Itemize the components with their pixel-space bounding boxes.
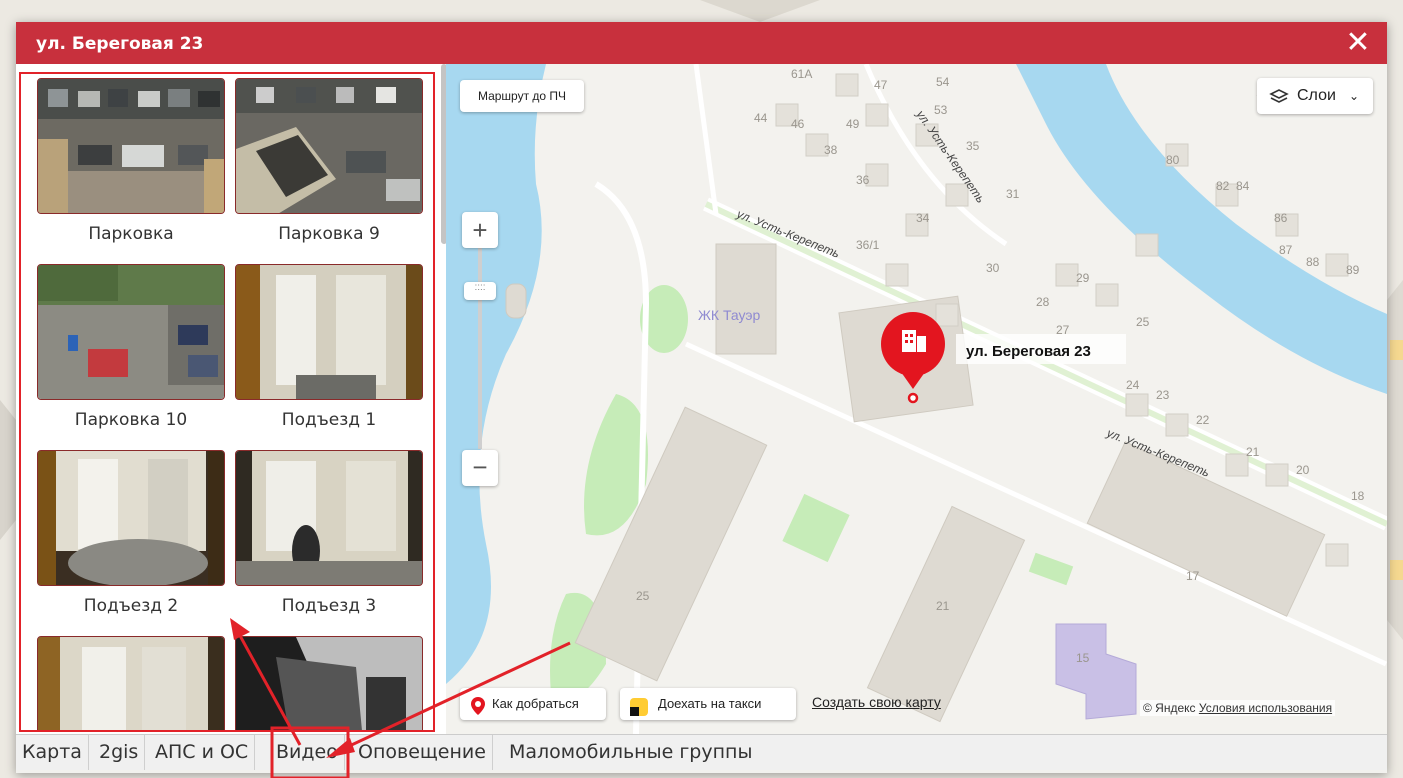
svg-text:35: 35 xyxy=(966,139,980,153)
svg-text:25: 25 xyxy=(1136,315,1150,329)
camera-thumbnail[interactable] xyxy=(235,78,423,214)
svg-text:44: 44 xyxy=(754,111,768,125)
svg-text:46: 46 xyxy=(791,117,805,131)
svg-text:49: 49 xyxy=(846,117,860,131)
svg-text:31: 31 xyxy=(1006,187,1020,201)
svg-text:15: 15 xyxy=(1076,651,1090,665)
create-map-link[interactable]: Создать свою карту xyxy=(812,694,941,710)
camera-thumbnail[interactable] xyxy=(37,450,225,586)
layers-button[interactable]: Слои ⌄ xyxy=(1257,78,1373,114)
svg-text:21: 21 xyxy=(936,599,950,613)
svg-text:25: 25 xyxy=(636,589,650,603)
svg-text:36: 36 xyxy=(856,173,870,187)
svg-text:53: 53 xyxy=(934,103,948,117)
tab-video[interactable]: Видео xyxy=(270,735,345,770)
zoom-in-button[interactable]: + xyxy=(462,212,498,248)
svg-text:54: 54 xyxy=(936,75,950,89)
svg-text:89: 89 xyxy=(1346,263,1360,277)
tab-notification[interactable]: Оповещение xyxy=(352,735,493,770)
camera-thumbnail[interactable] xyxy=(37,78,225,214)
camera-tile[interactable]: Подъезд 2 xyxy=(37,450,225,616)
map-copyright: © Яндекс Условия использования xyxy=(1140,700,1336,716)
svg-text:22: 22 xyxy=(1196,413,1210,427)
camera-label: Подъезд 3 xyxy=(281,596,377,616)
terms-link[interactable]: Условия использования xyxy=(1199,701,1332,715)
camera-tile[interactable] xyxy=(37,636,225,730)
tab-2gis[interactable]: 2gis xyxy=(93,735,146,770)
route-button[interactable]: Маршрут до ПЧ xyxy=(460,80,584,112)
svg-text:80: 80 xyxy=(1166,153,1180,167)
svg-text:18: 18 xyxy=(1351,489,1365,503)
camera-thumbnail[interactable] xyxy=(235,264,423,400)
how-to-get-label: Как добраться xyxy=(492,696,579,711)
svg-text:20: 20 xyxy=(1296,463,1310,477)
svg-text:23: 23 xyxy=(1156,388,1170,402)
svg-text:17: 17 xyxy=(1186,569,1200,583)
camera-thumbnail[interactable] xyxy=(37,636,225,730)
camera-label: Подъезд 1 xyxy=(281,410,377,430)
camera-tile[interactable] xyxy=(235,636,423,730)
camera-tile[interactable]: Парковка xyxy=(37,78,225,244)
tab-aps-os[interactable]: АПС и ОС xyxy=(149,735,256,770)
svg-text:36/1: 36/1 xyxy=(856,238,880,252)
svg-text:24: 24 xyxy=(1126,378,1140,392)
svg-text:87: 87 xyxy=(1279,243,1293,257)
tab-bar: Карта 2gis АПС и ОС Видео Оповещение Мал… xyxy=(16,734,1387,770)
svg-text:34: 34 xyxy=(916,211,930,225)
svg-text:86: 86 xyxy=(1274,211,1288,225)
camera-panel: Парковка Парковка 9 Парковка 10 Подъезд … xyxy=(16,64,446,734)
taxi-icon xyxy=(630,696,648,728)
zoom-slider-handle[interactable]: :::: xyxy=(464,282,496,300)
camera-label: Подъезд 2 xyxy=(83,596,179,616)
taxi-label: Доехать на такси xyxy=(658,696,762,711)
camera-thumbnail[interactable] xyxy=(235,450,423,586)
svg-text:28: 28 xyxy=(1036,295,1050,309)
marker-label: ул. Береговая 23 xyxy=(966,343,1091,360)
svg-text:82: 82 xyxy=(1216,179,1230,193)
location-pin-icon xyxy=(470,695,486,727)
camera-label: Парковка 10 xyxy=(74,410,188,430)
svg-text:29: 29 xyxy=(1076,271,1090,285)
svg-text:47: 47 xyxy=(874,78,888,92)
map-canvas[interactable]: 61А 47 54 44 46 49 53 38 35 36 34 31 80 82 84 36/1… xyxy=(446,64,1387,734)
camera-tile[interactable]: Подъезд 1 xyxy=(235,264,423,430)
svg-text:38: 38 xyxy=(824,143,838,157)
svg-text:30: 30 xyxy=(986,261,1000,275)
copyright-text: © Яндекс xyxy=(1143,701,1196,715)
camera-label: Парковка xyxy=(88,224,174,244)
camera-grid: Парковка Парковка 9 Парковка 10 Подъезд … xyxy=(19,72,435,732)
svg-text:88: 88 xyxy=(1306,255,1320,269)
svg-text:84: 84 xyxy=(1236,179,1250,193)
map-view[interactable]: 61А 47 54 44 46 49 53 38 35 36 34 31 80 82 84 36/1… xyxy=(446,64,1387,734)
camera-tile[interactable]: Парковка 10 xyxy=(37,264,225,430)
close-icon[interactable]: ✕ xyxy=(1343,28,1373,58)
camera-label: Парковка 9 xyxy=(278,224,380,244)
zoom-out-button[interactable]: − xyxy=(462,450,498,486)
address-dialog: ул. Береговая 23 ✕ Парковка Парковка 9 П… xyxy=(16,22,1387,773)
tab-map[interactable]: Карта xyxy=(16,735,89,770)
taxi-button[interactable]: Доехать на такси xyxy=(620,688,796,720)
dialog-title-bar: ул. Береговая 23 ✕ xyxy=(16,22,1387,64)
camera-thumbnail[interactable] xyxy=(37,264,225,400)
camera-thumbnail[interactable] xyxy=(235,636,423,730)
camera-tile[interactable]: Парковка 9 xyxy=(235,78,423,244)
layers-label: Слои xyxy=(1297,87,1336,104)
dialog-title: ул. Береговая 23 xyxy=(36,34,204,54)
camera-tile[interactable]: Подъезд 3 xyxy=(235,450,423,616)
how-to-get-button[interactable]: Как добраться xyxy=(460,688,606,720)
place-label: ЖК Тауэр xyxy=(698,307,761,323)
layers-icon xyxy=(1269,78,1289,128)
svg-text:21: 21 xyxy=(1246,445,1260,459)
svg-text:61А: 61А xyxy=(791,67,812,81)
chevron-down-icon: ⌄ xyxy=(1349,89,1360,103)
tab-low-mobility[interactable]: Маломобильные группы xyxy=(503,735,758,770)
